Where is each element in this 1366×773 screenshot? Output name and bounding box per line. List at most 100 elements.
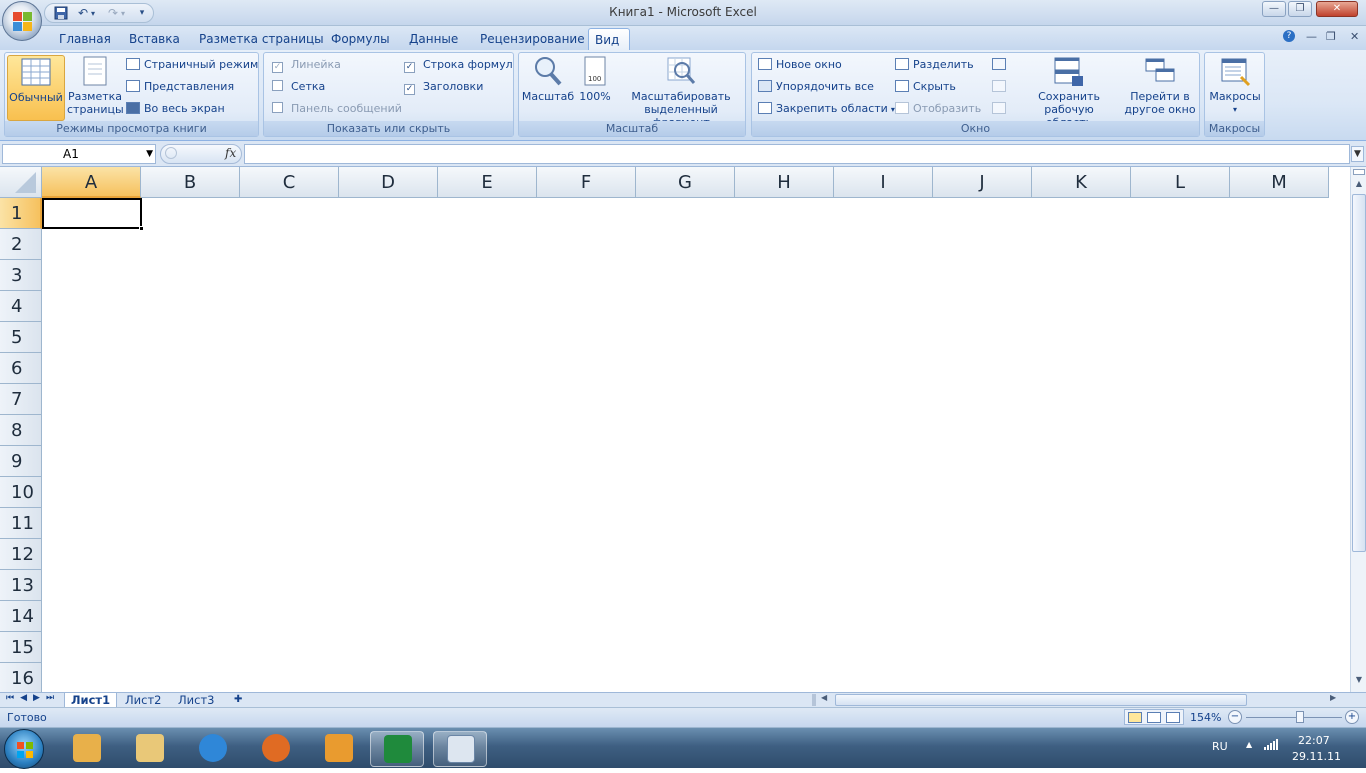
zoom-button[interactable]: Масштаб — [521, 55, 575, 103]
row-header-15[interactable]: 15 — [0, 632, 42, 663]
arrange-all-button[interactable]: Упорядочить все — [758, 77, 874, 97]
message-bar-checkbox[interactable]: Панель сообщений — [272, 99, 402, 119]
firefox-taskbar-icon[interactable] — [249, 731, 303, 767]
column-header-f[interactable]: F — [537, 167, 636, 198]
notebook-taskbar-icon[interactable] — [312, 731, 366, 767]
row-header-10[interactable]: 10 — [0, 477, 42, 508]
column-header-a[interactable]: A — [42, 167, 141, 198]
clock-time[interactable]: 22:07 — [1298, 734, 1330, 747]
row-header-12[interactable]: 12 — [0, 539, 42, 570]
headings-checkbox[interactable]: ✓ Заголовки — [404, 77, 483, 97]
row-header-16[interactable]: 16 — [0, 663, 42, 692]
column-header-k[interactable]: K — [1032, 167, 1131, 198]
chevron-down-icon[interactable]: ▼ — [146, 145, 153, 163]
column-header-h[interactable]: H — [735, 167, 834, 198]
column-header-m[interactable]: M — [1230, 167, 1329, 198]
tab-view[interactable]: Вид — [588, 28, 630, 50]
worksheet-grid[interactable]: ABCDEFGHIJKLM 1 2 3 4 5 6 7 8 9 10 11 12 13 14 15 16 — [0, 167, 1350, 692]
column-header-j[interactable]: J — [933, 167, 1032, 198]
ruler-checkbox[interactable]: ✓ Линейка — [272, 55, 341, 75]
horizontal-scroll-thumb[interactable] — [835, 694, 1247, 706]
excel-taskbar-icon[interactable] — [370, 731, 424, 767]
reset-position-icon[interactable] — [992, 99, 1010, 119]
unhide-button[interactable]: Отобразить — [895, 99, 981, 119]
network-icon[interactable] — [1264, 738, 1278, 750]
formula-bar-checkbox[interactable]: ✓ Строка формул — [404, 55, 513, 75]
row-header-5[interactable]: 5 — [0, 322, 42, 353]
column-header-g[interactable]: G — [636, 167, 735, 198]
zoom-to-selection-button[interactable]: Масштабировать выделенный фрагмент — [617, 55, 745, 129]
page-break-icon[interactable] — [1166, 712, 1180, 723]
row-header-13[interactable]: 13 — [0, 570, 42, 601]
row-header-1[interactable]: 1 — [0, 198, 42, 229]
scroll-up-icon[interactable]: ▲ — [1353, 179, 1365, 188]
tab-review[interactable]: Рецензирование — [474, 28, 591, 50]
custom-views-button[interactable]: Представления — [126, 77, 234, 97]
start-button[interactable] — [4, 729, 44, 769]
row-header-8[interactable]: 8 — [0, 415, 42, 446]
scroll-right-icon[interactable]: ▶ — [1330, 693, 1336, 702]
tab-page-layout[interactable]: Разметка страницы — [193, 28, 330, 50]
gridlines-checkbox[interactable]: Сетка — [272, 77, 325, 97]
tab-data[interactable]: Данные — [403, 28, 464, 50]
sheet-nav-arrows[interactable]: ⏮◀▶⏭ — [6, 693, 60, 703]
column-header-l[interactable]: L — [1131, 167, 1230, 198]
tab-home[interactable]: Главная — [53, 28, 117, 50]
sync-scroll-icon[interactable] — [992, 77, 1010, 97]
switch-windows-button[interactable]: Перейти в другое окно ▾ — [1122, 55, 1198, 131]
sheet-tab-3[interactable]: Лист3 — [172, 693, 220, 708]
scroll-left-icon[interactable]: ◀ — [821, 693, 827, 702]
split-box[interactable] — [1353, 169, 1365, 175]
row-header-4[interactable]: 4 — [0, 291, 42, 322]
tab-split-handle[interactable] — [812, 694, 816, 706]
explorer-taskbar-icon[interactable] — [123, 731, 177, 767]
tab-insert[interactable]: Вставка — [123, 28, 186, 50]
language-indicator[interactable]: RU — [1212, 740, 1228, 753]
split-button[interactable]: Разделить — [895, 55, 974, 75]
internet-explorer-taskbar-icon[interactable] — [186, 731, 240, 767]
normal-view-icon[interactable] — [1128, 712, 1142, 723]
insert-sheet-icon[interactable]: ✚ — [228, 693, 248, 708]
zoom-out-icon[interactable]: − — [1228, 710, 1242, 724]
row-header-3[interactable]: 3 — [0, 260, 42, 291]
row-header-2[interactable]: 2 — [0, 229, 42, 260]
zoom-level[interactable]: 154% — [1190, 711, 1221, 724]
scroll-down-icon[interactable]: ▼ — [1353, 675, 1365, 684]
doc-restore-icon[interactable]: ❐ — [1326, 30, 1336, 43]
insert-function-button[interactable]: fx — [225, 146, 236, 160]
vertical-scrollbar[interactable]: ▲ ▼ — [1350, 167, 1366, 692]
column-header-b[interactable]: B — [141, 167, 240, 198]
page-break-preview-button[interactable]: Страничный режим — [126, 55, 258, 75]
media-player-taskbar-icon[interactable] — [60, 731, 114, 767]
freeze-panes-button[interactable]: Закрепить области ▾ — [758, 99, 895, 119]
fullscreen-button[interactable]: Во весь экран — [126, 99, 225, 119]
doc-minimize-icon[interactable]: — — [1306, 30, 1317, 43]
row-header-11[interactable]: 11 — [0, 508, 42, 539]
column-header-d[interactable]: D — [339, 167, 438, 198]
sheet-tab-1[interactable]: Лист1 — [64, 693, 118, 708]
save-workspace-button[interactable]: Сохранить рабочую область — [1020, 55, 1118, 129]
formula-input[interactable] — [244, 144, 1350, 164]
normal-view-button[interactable]: Обычный — [7, 55, 65, 121]
office-button[interactable] — [2, 1, 42, 41]
active-cell-a1[interactable] — [42, 198, 144, 231]
sheet-tab-2[interactable]: Лист2 — [119, 693, 167, 708]
row-header-14[interactable]: 14 — [0, 601, 42, 632]
column-header-i[interactable]: I — [834, 167, 933, 198]
expand-icon[interactable] — [165, 147, 177, 159]
new-window-button[interactable]: Новое окно — [758, 55, 842, 75]
row-header-7[interactable]: 7 — [0, 384, 42, 415]
row-header-6[interactable]: 6 — [0, 353, 42, 384]
tray-expand-icon[interactable]: ▲ — [1246, 740, 1252, 749]
name-box[interactable]: A1 ▼ — [2, 144, 156, 164]
page-layout-view-button[interactable]: Разметка страницы — [67, 55, 124, 116]
fill-handle[interactable] — [139, 226, 144, 231]
zoom-slider-thumb[interactable] — [1296, 711, 1304, 723]
page-layout-icon[interactable] — [1147, 712, 1161, 723]
tab-formulas[interactable]: Формулы — [325, 28, 396, 50]
column-header-c[interactable]: C — [240, 167, 339, 198]
zoom-100-button[interactable]: 100 100% — [577, 55, 613, 103]
close-button[interactable]: ✕ — [1316, 1, 1358, 17]
clock-date[interactable]: 29.11.11 — [1292, 750, 1341, 763]
zoom-slider-track[interactable] — [1246, 717, 1342, 718]
